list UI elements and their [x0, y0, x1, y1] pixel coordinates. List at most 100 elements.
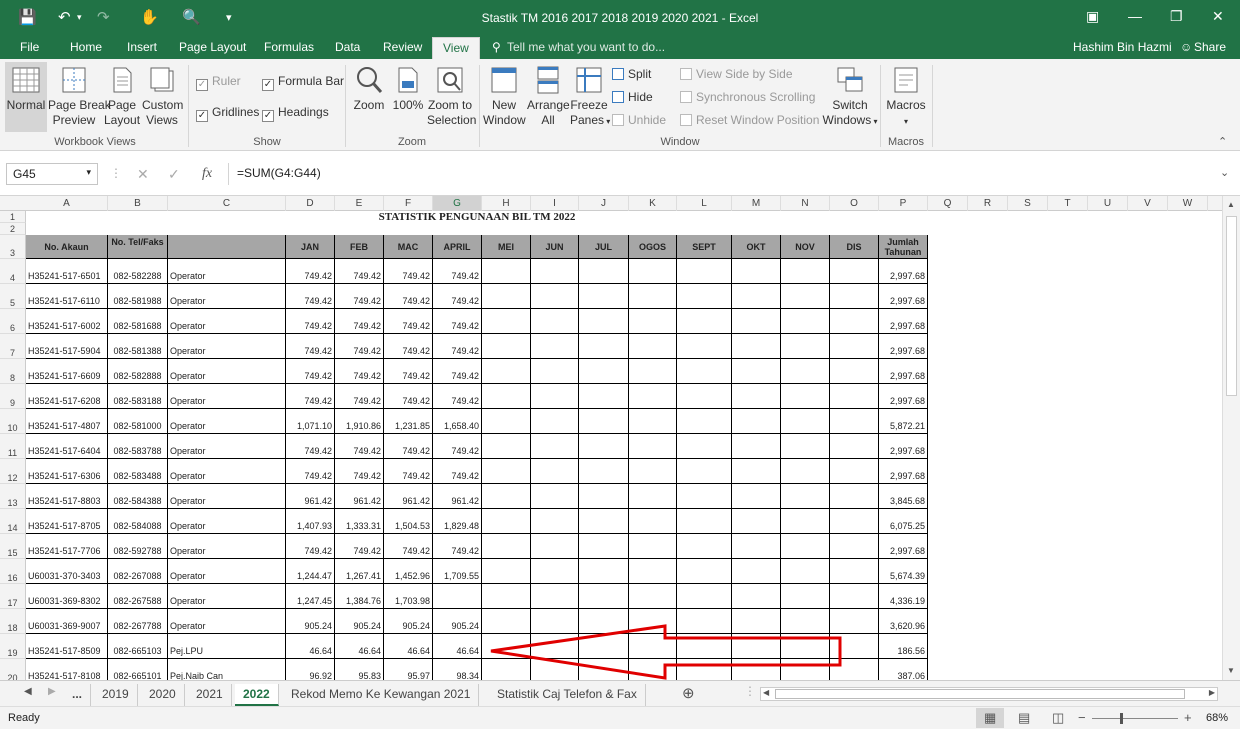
freeze-label-1: Freeze — [570, 98, 608, 112]
custom-views-button[interactable]: Custom Views — [142, 65, 183, 128]
minimize-icon[interactable]: — — [1128, 8, 1142, 24]
scroll-left-icon[interactable]: ◀ — [763, 688, 769, 697]
tab-formulas[interactable]: Formulas — [264, 40, 314, 54]
ruler-checkbox[interactable]: ✓ Ruler — [196, 74, 241, 91]
sheet-tab-2022[interactable]: 2022 — [235, 684, 279, 706]
tell-me-box[interactable]: Tell me what you want to do... — [507, 40, 665, 54]
tab-insert[interactable]: Insert — [127, 40, 157, 54]
zoom-slider[interactable] — [1092, 718, 1178, 719]
macros-icon — [894, 67, 918, 93]
tab-split-handle-icon[interactable]: ⋮ — [744, 684, 756, 698]
cancel-icon[interactable]: ✕ — [137, 166, 149, 183]
scroll-down-icon[interactable]: ▼ — [1227, 666, 1235, 675]
tab-review[interactable]: Review — [383, 40, 422, 54]
dropdown-arrow-icon: ▾ — [604, 117, 611, 126]
page-break-icon — [62, 67, 86, 93]
zoom-100-button[interactable]: 100% — [391, 65, 425, 113]
page-break-status-icon[interactable]: ◫ — [1052, 710, 1064, 726]
checkmark-icon: ✓ — [196, 79, 208, 91]
tab-page-layout[interactable]: Page Layout — [179, 40, 246, 54]
unhide-label: Unhide — [628, 113, 667, 127]
next-sheet-icon[interactable]: ▶ — [48, 686, 56, 697]
arrange-all-button[interactable]: Arrange All — [527, 65, 570, 128]
close-icon[interactable]: ✕ — [1212, 8, 1224, 25]
switch-windows-icon — [837, 67, 863, 92]
name-box[interactable]: G45 ▾ — [6, 163, 98, 185]
normal-view-button[interactable]: Normal — [6, 65, 46, 113]
sync-scrolling-button[interactable]: Synchronous Scrolling — [680, 90, 815, 104]
enter-icon[interactable]: ✓ — [168, 166, 180, 183]
arrange-label-1: Arrange — [527, 98, 570, 112]
checkmark-icon: ✓ — [262, 79, 274, 91]
page-layout-button[interactable]: Page Layout — [104, 65, 140, 128]
unhide-button[interactable]: Unhide — [612, 113, 666, 127]
reset-position-label: Reset Window Position — [696, 113, 820, 127]
sheet-tab-2020[interactable]: 2020 — [141, 684, 185, 706]
add-sheet-icon[interactable]: ⊕ — [682, 684, 695, 702]
share-icon: ☺ — [1180, 40, 1193, 54]
zoom-out-icon[interactable]: − — [1078, 710, 1086, 725]
formula-bar-checkbox[interactable]: ✓ Formula Bar — [262, 74, 344, 91]
share-button[interactable]: Share — [1194, 40, 1226, 54]
worksheet-grid[interactable]: ABCDEFGHIJKLMNOPQRSTUVW 1 2 3 STATISTIK PEN… — [0, 196, 1222, 680]
new-window-button[interactable]: New Window — [483, 65, 526, 128]
switch-windows-button[interactable]: Switch Windows ▾ — [822, 65, 878, 129]
zoom-to-selection-button[interactable]: Zoom to Selection — [427, 65, 476, 128]
reset-window-position-button[interactable]: Reset Window Position — [680, 113, 819, 127]
formula-input[interactable]: =SUM(G4:G44) — [228, 163, 1228, 185]
name-box-dropdown-icon[interactable]: ▾ — [86, 167, 91, 178]
sheet-tab-more[interactable]: ... — [64, 684, 92, 706]
page-layout-status-icon[interactable]: ▤ — [1018, 710, 1030, 726]
checkmark-icon: ✓ — [262, 110, 274, 122]
tab-home[interactable]: Home — [70, 40, 102, 54]
normal-view-status-icon[interactable]: ▦ — [984, 710, 996, 726]
collapse-ribbon-icon[interactable]: ⌃ — [1218, 135, 1227, 148]
zoom-in-icon[interactable]: + — [1184, 710, 1192, 725]
sheet-tab-rekod-memo[interactable]: Rekod Memo Ke Kewangan 2021 — [283, 684, 480, 706]
split-button[interactable]: Split — [612, 67, 651, 81]
freeze-panes-button[interactable]: Freeze Panes ▾ — [570, 65, 611, 129]
page-break-preview-button[interactable]: Page Break Preview — [48, 65, 111, 128]
vertical-scrollbar[interactable]: ▲ ▼ — [1222, 196, 1240, 680]
view-side-by-side-button[interactable]: View Side by Side — [680, 67, 793, 81]
tab-view[interactable]: View — [432, 37, 480, 59]
zoom-percent[interactable]: 68% — [1206, 712, 1228, 724]
page-layout-icon — [113, 67, 132, 93]
new-window-label-1: New — [491, 98, 516, 112]
split-label: Split — [628, 67, 652, 81]
expand-formula-bar-icon[interactable]: ⌄ — [1220, 166, 1229, 179]
horizontal-scrollbar[interactable]: ◀ ▶ — [760, 687, 1218, 701]
red-arrow-annotation — [490, 624, 842, 680]
custom-views-icon — [150, 67, 174, 92]
scroll-up-icon[interactable]: ▲ — [1227, 200, 1235, 209]
window-group-label: Window — [660, 136, 700, 148]
prev-sheet-icon[interactable]: ◀ — [24, 686, 32, 697]
macros-button[interactable]: Macros ▾ — [884, 65, 928, 129]
sheet-tab-2019[interactable]: 2019 — [94, 684, 138, 706]
normal-view-icon — [12, 67, 40, 93]
horizontal-scroll-thumb[interactable] — [775, 689, 1185, 699]
new-window-icon — [491, 67, 517, 93]
sync-scroll-icon — [680, 91, 692, 103]
zoom-button[interactable]: Zoom — [352, 65, 386, 113]
normal-label: Normal — [6, 98, 46, 112]
headings-checkbox[interactable]: ✓ Headings — [262, 105, 329, 122]
sheet-tab-statistik-caj[interactable]: Statistik Caj Telefon & Fax — [489, 684, 646, 706]
scroll-right-icon[interactable]: ▶ — [1209, 688, 1215, 697]
user-name[interactable]: Hashim Bin Hazmi — [1073, 40, 1172, 54]
restore-icon[interactable]: ❐ — [1170, 8, 1183, 25]
hide-button[interactable]: Hide — [612, 90, 653, 104]
ribbon-display-icon[interactable]: ▣ — [1086, 8, 1099, 25]
zoom-slider-thumb[interactable] — [1120, 713, 1123, 724]
tab-data[interactable]: Data — [335, 40, 360, 54]
macros-group-label: Macros — [887, 136, 925, 148]
insert-function-icon[interactable]: fx — [202, 166, 212, 182]
formula-bar-handle-icon: ⋮ — [110, 166, 122, 180]
split-icon — [612, 68, 624, 80]
gridlines-checkbox[interactable]: ✓ Gridlines — [196, 105, 259, 122]
tab-file[interactable]: File — [20, 40, 39, 54]
status-ready: Ready — [8, 712, 40, 724]
switch-label-1: Switch — [832, 98, 868, 112]
sheet-tab-2021[interactable]: 2021 — [188, 684, 232, 706]
scrollbar-thumb[interactable] — [1226, 216, 1237, 396]
